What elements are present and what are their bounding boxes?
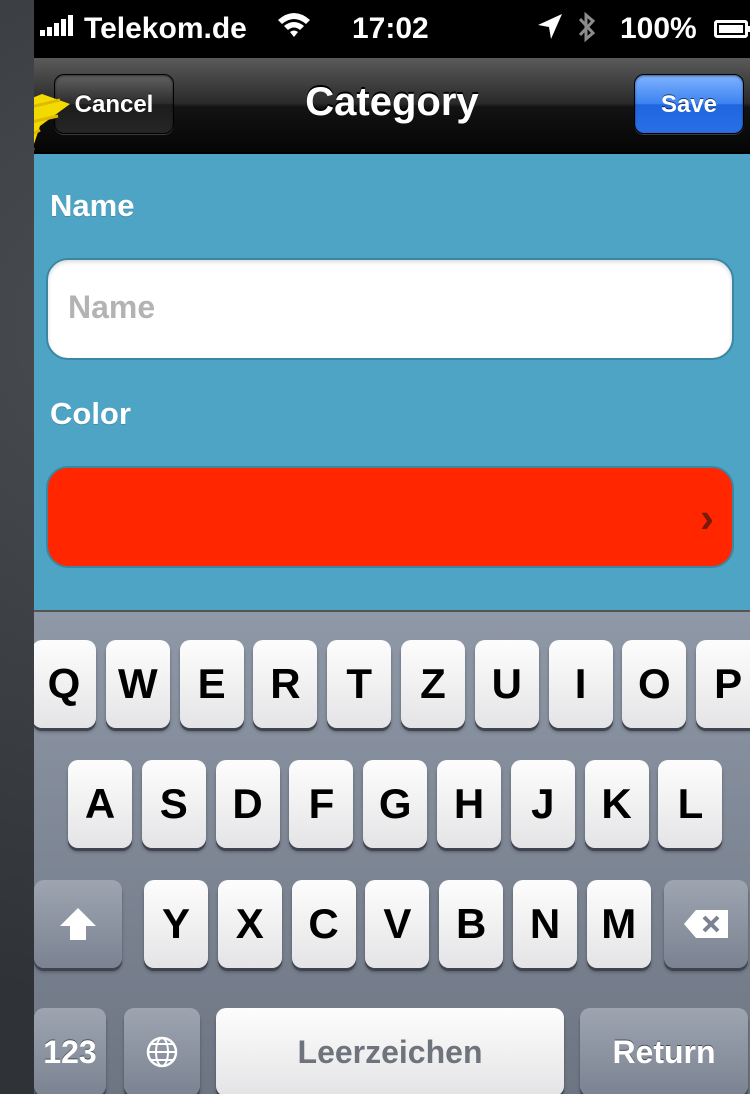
key-d[interactable]: D	[215, 760, 280, 848]
return-key[interactable]: Return	[580, 1008, 748, 1094]
key-i[interactable]: I	[548, 640, 613, 728]
name-label: Name	[50, 188, 135, 223]
keyboard: QWERTZUIOP ASDFGHJKL YXCVBNM 123 Leerzei…	[34, 610, 750, 1094]
shift-key[interactable]	[34, 880, 122, 968]
space-key[interactable]: Leerzeichen	[216, 1008, 564, 1094]
key-k[interactable]: K	[584, 760, 649, 848]
key-u[interactable]: U	[474, 640, 539, 728]
battery-percentage: 100%	[620, 12, 697, 45]
name-field[interactable]	[66, 288, 710, 327]
key-q[interactable]: Q	[34, 640, 96, 728]
key-l[interactable]: L	[658, 760, 723, 848]
key-g[interactable]: G	[363, 760, 428, 848]
navigation-bar: Cancel Category Save	[34, 58, 750, 154]
key-a[interactable]: A	[68, 760, 132, 848]
key-h[interactable]: H	[437, 760, 501, 848]
key-p[interactable]: P	[696, 640, 750, 728]
bluetooth-icon	[576, 10, 598, 52]
key-e[interactable]: E	[179, 640, 244, 728]
shift-arrow-icon	[60, 908, 96, 940]
backspace-icon	[684, 910, 728, 938]
key-y[interactable]: Y	[144, 880, 208, 968]
color-picker-row[interactable]: ›	[46, 466, 734, 568]
key-r[interactable]: R	[253, 640, 318, 728]
globe-key[interactable]	[124, 1008, 200, 1094]
key-w[interactable]: W	[105, 640, 170, 728]
numbers-key[interactable]: 123	[34, 1008, 106, 1094]
key-j[interactable]: J	[510, 760, 575, 848]
category-form: Name Color ›	[34, 154, 750, 610]
phone-screen: Telekom.de 17:02 100% Cancel Category Sa…	[34, 0, 750, 1094]
color-label: Color	[50, 396, 131, 431]
status-bar: Telekom.de 17:02 100%	[34, 0, 750, 58]
globe-icon	[146, 1036, 178, 1068]
battery-icon	[714, 20, 750, 38]
location-arrow-icon	[536, 12, 564, 50]
carrier-name: Telekom.de	[84, 12, 247, 45]
save-button[interactable]: Save	[634, 74, 744, 134]
chevron-right-icon: ›	[700, 494, 714, 541]
key-o[interactable]: O	[622, 640, 687, 728]
key-z[interactable]: Z	[401, 640, 465, 728]
name-field-container	[46, 258, 734, 360]
key-s[interactable]: S	[141, 760, 206, 848]
wifi-icon	[276, 10, 312, 48]
key-x[interactable]: X	[217, 880, 282, 968]
key-f[interactable]: F	[289, 760, 354, 848]
key-t[interactable]: T	[327, 640, 392, 728]
highlight-marker-annotation	[34, 94, 70, 150]
key-b[interactable]: B	[439, 880, 504, 968]
key-v[interactable]: V	[365, 880, 430, 968]
key-m[interactable]: M	[586, 880, 651, 968]
clock: 17:02	[352, 12, 429, 45]
delete-key[interactable]	[664, 880, 748, 968]
key-c[interactable]: C	[291, 880, 356, 968]
key-n[interactable]: N	[513, 880, 577, 968]
